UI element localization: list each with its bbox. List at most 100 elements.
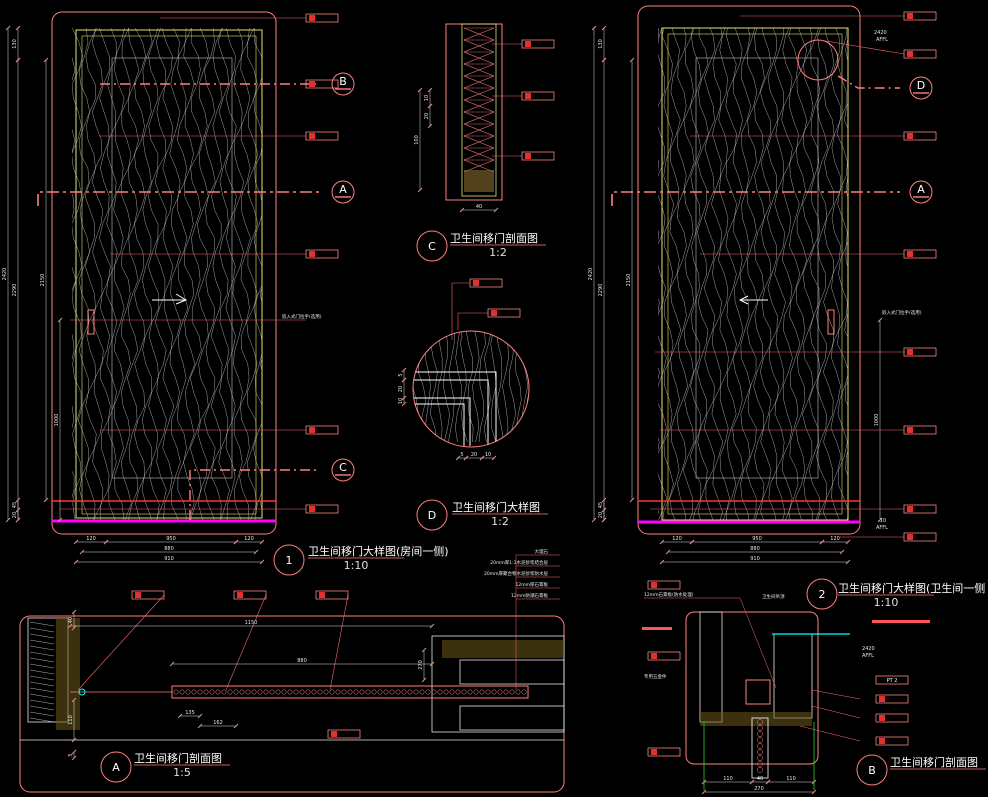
dim-value: 162 (213, 720, 223, 726)
wood-grain-line (767, 28, 779, 520)
marker-letter: A (917, 183, 925, 196)
view-marker-number: C (428, 240, 436, 253)
hatch-line (29, 651, 55, 657)
level-b: 2420 (862, 646, 875, 652)
dim-value: 20 (424, 113, 430, 119)
core-cell (485, 689, 491, 695)
core-cell (239, 689, 245, 695)
horizontal-dimension: 880 (79, 546, 259, 555)
core-cell (323, 689, 329, 695)
dim-value: 10 (424, 95, 430, 101)
core-cell (389, 689, 395, 695)
core-cell (233, 689, 239, 695)
tag-swatch (331, 731, 337, 737)
tag-swatch (309, 506, 315, 512)
wood-grain-line (658, 28, 668, 520)
marker-letter: B (339, 75, 347, 88)
hatch-line (29, 663, 55, 669)
wood-grain-line (448, 331, 455, 443)
door-panel-inner (81, 35, 257, 515)
core-cell (473, 689, 479, 695)
core-cell (275, 689, 281, 695)
vertical-dimension: 20 (12, 507, 21, 523)
core-cell (757, 749, 763, 755)
vertical-dimension: 1000 (874, 317, 883, 523)
material-tag (647, 747, 681, 757)
legend-bar (642, 627, 672, 630)
dim-value: 130 (598, 39, 604, 49)
vertical-dimension: 1000 (54, 317, 63, 523)
door-handle (827, 309, 835, 335)
dim-value: 950 (752, 536, 762, 542)
hatch-line (29, 669, 55, 675)
core-cell (221, 689, 227, 695)
material-note: 20mm厚1:3水泥砂浆结合层 (490, 559, 548, 566)
material-note: 专用五金件 (644, 673, 667, 680)
dim-value: 120 (244, 536, 254, 542)
view-label-detail-d: D 卫生间移门大样图1:2 (416, 499, 548, 531)
section-line-d (837, 75, 900, 89)
core-cell (467, 689, 473, 695)
tag-swatch (907, 427, 913, 433)
jamb-hatch (463, 27, 495, 173)
wood-grain-line (658, 28, 660, 515)
wood-grain-line (634, 8, 645, 526)
core-cell (383, 689, 389, 695)
tag-swatch (907, 13, 913, 19)
view-scale: 1:10 (874, 596, 899, 609)
material-tag (903, 11, 937, 21)
material-tag (327, 729, 361, 739)
core-cell (757, 755, 763, 761)
horizontal-dimension: 910 (659, 556, 851, 565)
dim-value: 40 (476, 204, 482, 210)
horizontal-dimension: 880 (169, 658, 435, 667)
wood-grain-line (443, 331, 450, 443)
core-cell (185, 689, 191, 695)
core-cell (281, 689, 287, 695)
horizontal-dimension: 120 (233, 536, 265, 545)
view-title: 卫生间移门剖面图 (890, 755, 978, 769)
core-cell (425, 689, 431, 695)
core-cell (419, 689, 425, 695)
hatch-line (29, 717, 55, 723)
core-cell (757, 731, 763, 737)
hatch-line (29, 639, 55, 645)
leader-line (811, 705, 861, 719)
core-cell (227, 689, 233, 695)
tag-swatch (309, 251, 315, 257)
dim-value: 5 (68, 753, 74, 756)
material-tag (305, 131, 339, 141)
hatch-line (29, 621, 55, 627)
section-b-view (642, 611, 930, 790)
section-line-a (611, 191, 900, 206)
core-cell (305, 689, 311, 695)
core-cell (521, 689, 527, 695)
wall-stone-left (56, 618, 80, 730)
horizontal-dimension: 40 (459, 204, 499, 213)
wood-grain-line (725, 28, 737, 520)
dim-value: 120 (830, 536, 840, 542)
wood-grain-line (781, 28, 793, 520)
tag-swatch (525, 41, 531, 47)
core-cell (251, 689, 257, 695)
tag-swatch (907, 133, 913, 139)
core-cell (263, 689, 269, 695)
view-label-section-a: A 卫生间移门剖面图1:5 (100, 751, 230, 783)
material-tag (903, 49, 937, 59)
vertical-dimension: 5 (68, 749, 77, 761)
material-note: 12mm厚石膏板 (516, 581, 549, 588)
marker-letter: C (339, 461, 347, 474)
core-cell (215, 689, 221, 695)
material-tag (315, 590, 349, 600)
core-cell (335, 689, 341, 695)
wood-grain-line (210, 28, 223, 520)
hatch-line (29, 627, 55, 633)
hatch-line (29, 711, 55, 717)
material-tag (233, 590, 267, 600)
wood-grain-line (490, 331, 497, 443)
core-cell (359, 689, 365, 695)
material-note: 12mm石膏板(防水处理) (644, 591, 694, 598)
core-cell (203, 689, 209, 695)
material-tag (521, 151, 555, 161)
material-tag (875, 736, 909, 746)
